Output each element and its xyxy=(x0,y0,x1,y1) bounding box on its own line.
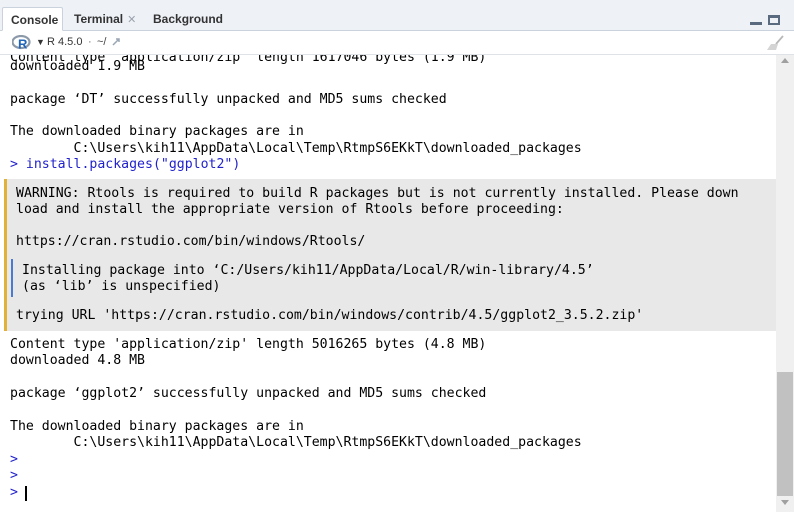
console-command-line: > install.packages("ggplot2") xyxy=(10,157,240,173)
pane-tab-bar: Console Terminal✕ Background Jobs✕ xyxy=(0,0,794,50)
tab-terminal-label: Terminal xyxy=(74,12,124,26)
minimize-pane-icon[interactable] xyxy=(750,22,762,25)
prompt: > xyxy=(10,452,18,467)
warning-url: https://cran.rstudio.com/bin/windows/Rto… xyxy=(16,234,366,249)
scroll-down-icon[interactable] xyxy=(781,500,789,505)
warning-label: WARNING: xyxy=(16,186,80,201)
clear-console-icon[interactable] xyxy=(766,35,786,51)
scroll-up-icon[interactable] xyxy=(781,58,789,63)
console-command: install.packages("ggplot2") xyxy=(25,157,241,172)
console-output[interactable]: Content type 'application/zip' length 16… xyxy=(0,55,776,512)
console-line: Content type 'application/zip' length 50… xyxy=(10,337,487,352)
tab-console[interactable]: Console xyxy=(2,7,63,31)
tab-console-label: Console xyxy=(11,13,59,27)
console-line: package ‘ggplot2’ successfully unpacked … xyxy=(10,386,487,401)
svg-text:R: R xyxy=(18,37,28,51)
prompt: > xyxy=(10,468,18,483)
console-line: downloaded 1.9 MB xyxy=(10,59,145,74)
message-line: (as ‘lib’ is unspecified) xyxy=(22,279,221,294)
toolbar-separator: · xyxy=(88,36,92,48)
console-line: C:\Users\kih11\AppData\Local\Temp\RtmpS6… xyxy=(10,141,582,156)
text-cursor xyxy=(25,486,27,501)
maximize-pane-icon[interactable] xyxy=(768,15,780,25)
console-line: C:\Users\kih11\AppData\Local\Temp\RtmpS6… xyxy=(10,435,582,450)
go-to-directory-icon[interactable] xyxy=(112,36,124,48)
console-scrollbar[interactable] xyxy=(776,55,794,512)
r-version-label[interactable]: R 4.5.0 xyxy=(47,36,82,48)
tab-terminal[interactable]: Terminal ✕ xyxy=(66,7,141,31)
console-toolbar: R ▼ R 4.5.0 · ~/ xyxy=(0,31,794,55)
message-line: Installing package into ‘C:/Users/kih11/… xyxy=(22,263,594,278)
warning-line: WARNING: Rtools is required to build R p… xyxy=(16,186,739,202)
r-version-dropdown-icon[interactable]: ▼ xyxy=(36,37,45,47)
message-accent-bar xyxy=(11,259,13,297)
prompt: > xyxy=(10,157,18,172)
tab-background-jobs[interactable]: Background Jobs✕ xyxy=(145,7,265,50)
working-directory: ~/ xyxy=(97,36,107,48)
console-line: downloaded 4.8 MB xyxy=(10,353,145,368)
prompt: > xyxy=(10,485,18,500)
warning-line: load and install the appropriate version… xyxy=(16,202,564,217)
console-line: The downloaded binary packages are in xyxy=(10,419,304,434)
scrollbar-thumb[interactable] xyxy=(777,372,793,496)
close-icon[interactable]: ✕ xyxy=(127,14,136,26)
console-line: package ‘DT’ successfully unpacked and M… xyxy=(10,92,447,107)
console-line: The downloaded binary packages are in xyxy=(10,124,304,139)
warning-text: Rtools is required to build R packages b… xyxy=(79,186,739,201)
message-line: trying URL 'https://cran.rstudio.com/bin… xyxy=(16,308,644,323)
r-logo-icon[interactable]: R xyxy=(12,35,32,50)
